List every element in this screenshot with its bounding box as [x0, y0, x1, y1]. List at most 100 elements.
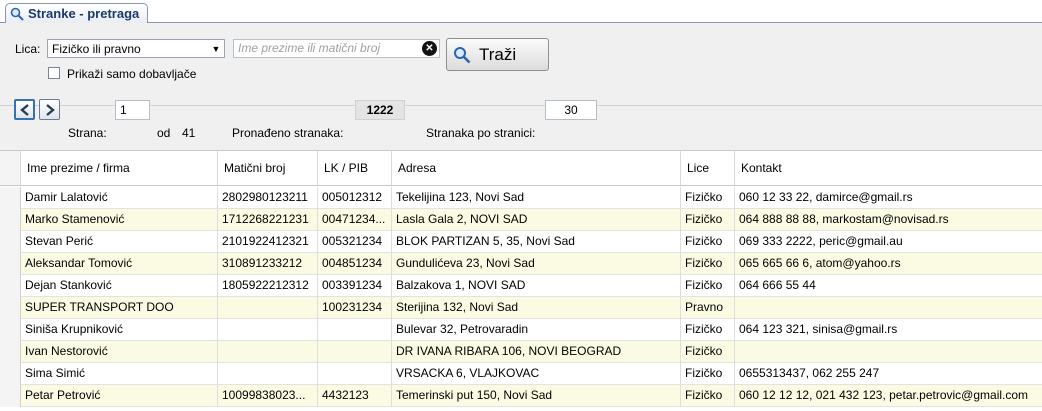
cell-name: SUPER TRANSPORT DOO [21, 297, 218, 319]
row-indicator[interactable] [0, 363, 21, 385]
next-page-button[interactable] [39, 99, 60, 120]
cell-name: Ivan Nestorović [21, 341, 218, 363]
total-pages: 41 [182, 126, 196, 140]
cell-lk-pib: 4432123 [318, 385, 392, 407]
cell-name: Damir Lalatović [21, 187, 218, 209]
prev-page-button[interactable] [14, 99, 35, 120]
row-indicator-header [0, 151, 21, 185]
table-row[interactable]: Aleksandar Tomović 310891233212 004851234 G… [0, 253, 1042, 275]
table-row[interactable]: Ivan Nestorović DR IVANA RIBARA 106, NOVI… [0, 341, 1042, 363]
cell-lk-pib: 00471234... [318, 209, 392, 231]
cell-type: Fizičko [681, 363, 735, 385]
tab-title: Stranke - pretraga [28, 6, 140, 21]
cell-address: DR IVANA RIBARA 106, NOVI BEOGRAD [392, 341, 681, 363]
search-button[interactable]: Traži [446, 38, 549, 71]
table-header: Ime prezime / firma Matični broj LK / PI… [0, 151, 1042, 186]
per-page-label: Stranaka po stranici: [426, 126, 536, 140]
cell-address: Sterijina 132, Novi Sad [392, 297, 681, 319]
lica-label: Lica: [15, 42, 41, 56]
cell-jmbg: 2802980123211 [218, 187, 318, 209]
table-row[interactable]: Siniša Krupniković Bulevar 32, Petrovarad… [0, 319, 1042, 341]
cell-type: Fizičko [681, 209, 735, 231]
cell-jmbg: 1805922212312 [218, 275, 318, 297]
magnifier-icon [10, 7, 24, 21]
per-page-input[interactable]: 30 [545, 100, 597, 120]
tab-stranke-pretraga[interactable]: Stranke - pretraga [5, 3, 149, 23]
cell-jmbg [218, 363, 318, 385]
clear-icon[interactable]: ✕ [422, 41, 437, 56]
cell-address: Temerinski put 150, Novi Sad [392, 385, 681, 407]
search-input[interactable] [234, 40, 422, 56]
cell-address: Tekelijina 123, Novi Sad [392, 187, 681, 209]
cell-type: Fizičko [681, 253, 735, 275]
cell-contact: 064 888 88 88, markostam@novisad.rs [739, 212, 949, 226]
row-indicator[interactable] [0, 187, 21, 209]
found-label: Pronađeno stranaka: [232, 126, 344, 140]
cell-lk-pib: 003391234 [318, 275, 392, 297]
row-indicator[interactable] [0, 275, 21, 297]
cell-lk-pib: 004851234 [318, 253, 392, 275]
column-header-address[interactable]: Adresa [392, 151, 681, 185]
row-indicator[interactable] [0, 231, 21, 253]
cell-type: Fizičko [681, 231, 735, 253]
table-row[interactable]: Dejan Stanković 1805922212312 003391234 Bal… [0, 275, 1042, 297]
cell-address: BLOK PARTIZAN 5, 35, Novi Sad [392, 231, 681, 253]
table-row[interactable]: Marko Stamenović 1712268221231 00471234...… [0, 209, 1042, 231]
row-indicator[interactable] [0, 253, 21, 275]
found-count: 1222 [355, 100, 405, 120]
tab-bar: Stranke - pretraga [0, 0, 1042, 24]
cell-name: Sima Simić [21, 363, 218, 385]
cell-contact: 060 12 12 12, 021 432 123, petar.petrovi… [739, 388, 1029, 402]
divider [0, 105, 1042, 106]
page-label: Strana: [68, 126, 107, 140]
cell-contact: 065 665 66 6, atom@yahoo.rs [739, 256, 901, 270]
row-indicator[interactable] [0, 341, 21, 363]
search-button-label: Traži [479, 44, 517, 64]
cell-name: Aleksandar Tomović [21, 253, 218, 275]
lica-select[interactable]: Fizičko ili pravno ▼ [47, 39, 225, 58]
cell-jmbg [218, 341, 318, 363]
cell-contact: 060 12 33 22, damirce@gmail.rs [739, 190, 913, 204]
column-header-name[interactable]: Ime prezime / firma [21, 151, 218, 185]
dropdown-arrow-icon: ▼ [211, 43, 221, 54]
row-indicator[interactable] [0, 209, 21, 231]
search-field[interactable]: ✕ [233, 39, 440, 58]
cell-jmbg [218, 319, 318, 341]
page-input[interactable]: 1 [115, 100, 150, 120]
cell-jmbg: 310891233212 [218, 253, 318, 275]
table-row[interactable]: Petar Petrović 10099838023... 4432123 Temer… [0, 385, 1042, 407]
cell-jmbg: 1712268221231 [218, 209, 318, 231]
table-row[interactable]: Damir Lalatović 2802980123211 005012312 Tek… [0, 187, 1042, 209]
cell-type: Fizičko [681, 319, 735, 341]
column-header-lk-pib[interactable]: LK / PIB [318, 151, 392, 185]
row-indicator[interactable] [0, 385, 21, 407]
row-indicator[interactable] [0, 297, 21, 319]
cell-lk-pib [318, 341, 392, 363]
cell-jmbg: 2101922412321 [218, 231, 318, 253]
table-row[interactable]: Stevan Perić 2101922412321 005321234 BLOK P… [0, 231, 1042, 253]
cell-address: Balzakova 1, NOVI SAD [392, 275, 681, 297]
cell-address: Lasla Gala 2, NOVI SAD [392, 209, 681, 231]
table-row[interactable]: Sima Simić VRSACKA 6, VLAJKOVAC Fizičko 065… [0, 363, 1042, 385]
cell-lk-pib [318, 319, 392, 341]
column-header-type[interactable]: Lice [681, 151, 735, 185]
cell-jmbg: 10099838023... [218, 385, 318, 407]
chevron-right-icon [45, 103, 55, 116]
cell-name: Marko Stamenović [21, 209, 218, 231]
cell-name: Dejan Stanković [21, 275, 218, 297]
cell-address: Bulevar 32, Petrovaradin [392, 319, 681, 341]
cell-name: Petar Petrović [21, 385, 218, 407]
suppliers-checkbox[interactable] [48, 67, 60, 79]
table-row[interactable]: SUPER TRANSPORT DOO 100231234 Sterijina 13… [0, 297, 1042, 319]
magnifier-icon [454, 46, 471, 63]
cell-type: Fizičko [681, 341, 735, 363]
column-header-jmbg[interactable]: Matični broj [218, 151, 318, 185]
results-table: Ime prezime / firma Matični broj LK / PI… [0, 150, 1042, 411]
of-label: od [157, 126, 171, 140]
cell-type: Fizičko [681, 187, 735, 209]
column-header-contact[interactable]: Kontakt [735, 151, 1042, 185]
cell-contact: 064 123 321, sinisa@gmail.rs [739, 322, 898, 336]
suppliers-label: Prikaži samo dobavljače [67, 67, 197, 81]
cell-lk-pib [318, 363, 392, 385]
row-indicator[interactable] [0, 319, 21, 341]
